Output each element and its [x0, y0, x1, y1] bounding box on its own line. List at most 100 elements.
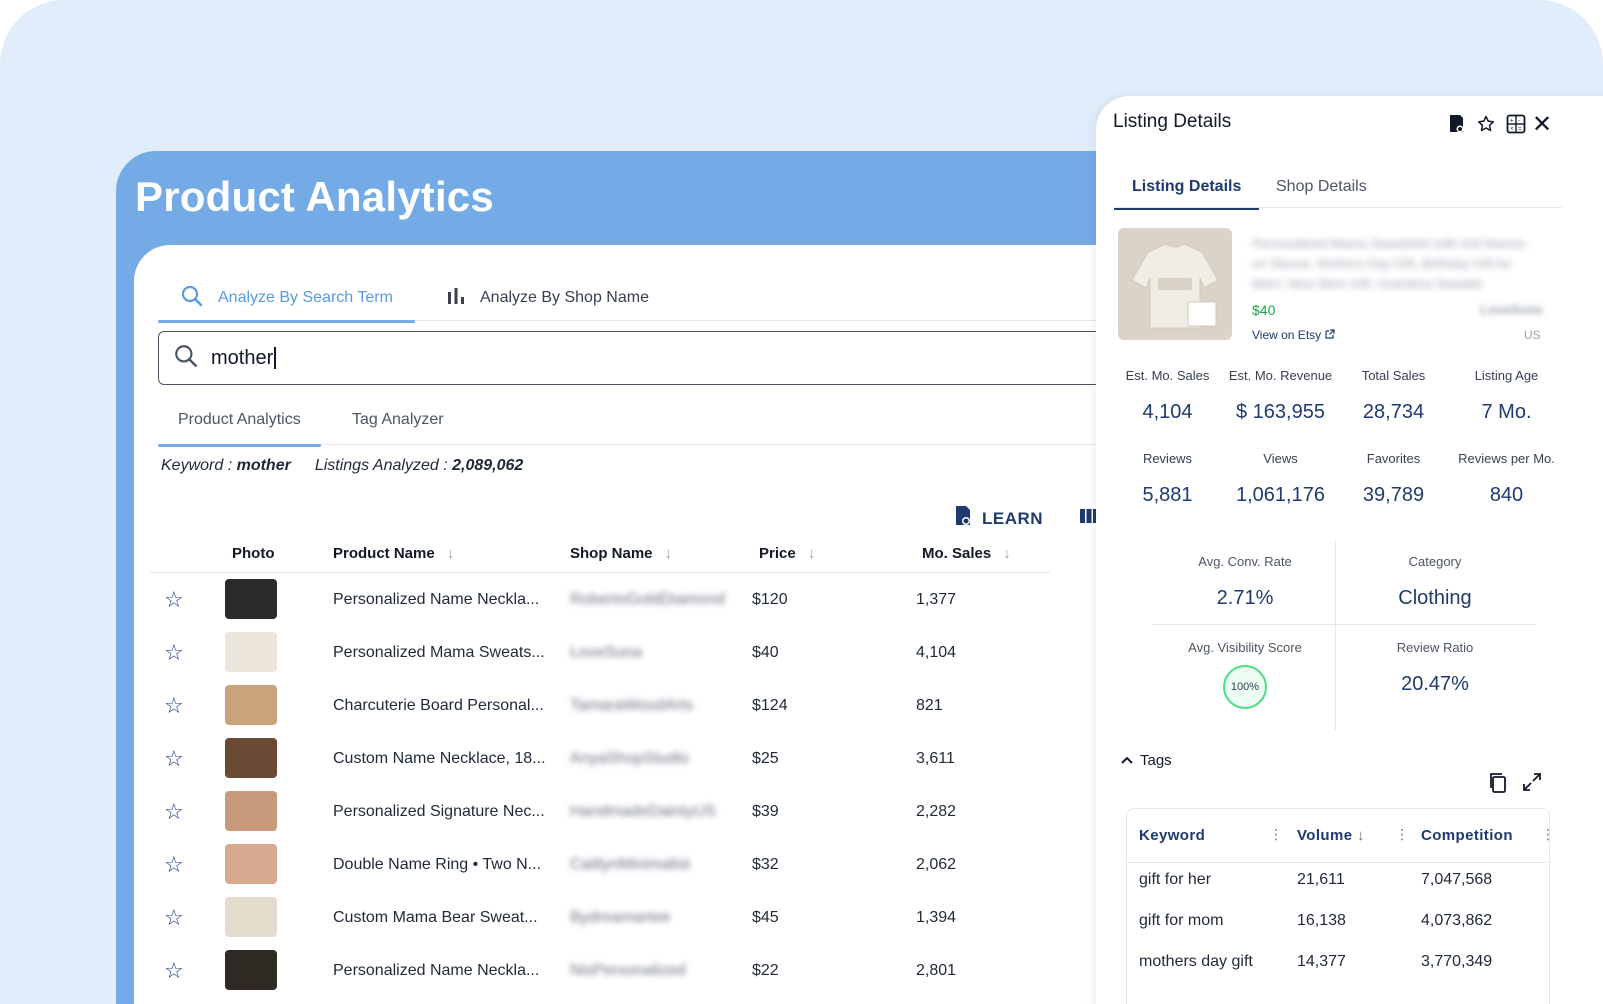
table-row[interactable]: ☆ Custom Mama Bear Sweat... Bydreamartee $4…	[150, 891, 1050, 944]
analytics-panel: Analyze By Search Term Analyze By Shop N…	[134, 245, 1234, 1004]
star-outline-icon[interactable]: ☆	[164, 785, 184, 838]
tag-volume: 16,138	[1297, 912, 1346, 929]
star-outline-icon[interactable]: ☆	[164, 838, 184, 891]
product-price: $22	[752, 961, 779, 979]
star-outline-icon[interactable]: ☆	[164, 626, 184, 679]
tags-section-toggle[interactable]: Tags	[1120, 752, 1172, 769]
tag-keyword: gift for her	[1139, 871, 1212, 888]
tab-analyze-by-search-term[interactable]: Analyze By Search Term	[158, 275, 415, 323]
drawer-title: Listing Details	[1113, 111, 1232, 132]
column-header-keyword[interactable]: Keyword	[1139, 827, 1205, 844]
star-outline-icon[interactable]	[1476, 114, 1496, 139]
tag-row[interactable]: gift for her 21,611 7,047,568	[1127, 863, 1549, 904]
tag-row[interactable]: gift for mom 16,138 4,073,862	[1127, 904, 1549, 945]
search-input[interactable]: mother	[158, 331, 1138, 385]
stat-value: 4,104	[1142, 401, 1193, 423]
listing-image	[1118, 228, 1232, 340]
table-row[interactable]: ☆ Personalized Name Neckla... NisPersonali…	[150, 944, 1050, 997]
product-name[interactable]: Double Name Ring • Two N...	[333, 838, 563, 891]
tag-volume: 14,377	[1297, 953, 1346, 970]
view-on-etsy-link[interactable]: View on Etsy	[1252, 328, 1335, 342]
tab-analyze-by-shop-name[interactable]: Analyze By Shop Name	[424, 275, 671, 321]
shop-name[interactable]: RobertoGoldDiamond	[570, 573, 740, 626]
column-header-competition[interactable]: Competition	[1421, 827, 1513, 844]
table-row[interactable]: ☆ Charcuterie Board Personal... TamaraWood…	[150, 679, 1050, 732]
product-thumbnail	[225, 897, 277, 937]
table-row[interactable]: ☆ Personalized Mama Sweats... LoveSuna $40 4…	[150, 626, 1050, 679]
sort-arrow-icon[interactable]: ↓	[447, 545, 455, 562]
svg-text:=: =	[1518, 127, 1522, 133]
svg-text:+: +	[1510, 119, 1514, 125]
close-icon[interactable]: ✕	[1532, 110, 1552, 139]
tags-table-body: gift for her 21,611 7,047,568 gift for mom 1…	[1127, 863, 1549, 986]
product-name[interactable]: Charcuterie Board Personal...	[333, 679, 563, 732]
drawer-tabs: Listing Details Shop Details	[1114, 166, 1562, 210]
table-row[interactable]: ☆ Personalized Name Neckla... RobertoGoldD…	[150, 573, 1050, 626]
tab-tag-analyzer[interactable]: Tag Analyzer	[332, 395, 464, 445]
listing-country: US	[1524, 328, 1541, 342]
table-row[interactable]: ☆ Double Name Ring • Two N... CaitlynMinim…	[150, 838, 1050, 891]
monthly-sales: 2,282	[916, 802, 957, 820]
product-name[interactable]: Personalized Mama Sweats...	[333, 626, 563, 679]
product-name[interactable]: Custom Name Necklace, 18...	[333, 732, 563, 785]
table-row[interactable]: ☆ Personalized Signature Nec... HandmadeDa…	[150, 785, 1050, 838]
star-outline-icon[interactable]: ☆	[164, 732, 184, 785]
star-outline-icon[interactable]: ☆	[164, 891, 184, 944]
analysis-mode-tabs: Analyze By Search Term Analyze By Shop N…	[158, 275, 1138, 323]
tab-listing-details[interactable]: Listing Details	[1114, 166, 1260, 210]
kebab-icon[interactable]: ⋮	[1395, 826, 1409, 843]
column-header-mo-sales[interactable]: Mo. Sales ↓	[922, 545, 1011, 562]
metric-label: Category	[1408, 554, 1462, 569]
tags-actions	[1488, 772, 1542, 799]
tab-product-analytics[interactable]: Product Analytics	[158, 395, 321, 447]
listing-price: $40	[1252, 302, 1276, 318]
column-header-shop-name[interactable]: Shop Name ↓	[570, 545, 672, 562]
shop-name[interactable]: NisPersonalized	[570, 944, 740, 997]
table-row[interactable]: ☆ Custom Name Necklace, 18... AnyaShopStud…	[150, 732, 1050, 785]
listing-details-drawer: Listing Details + - × = ✕ Listing Details S…	[1096, 96, 1603, 1004]
stat-reviews: Reviews 5,881	[1110, 451, 1225, 507]
star-outline-icon[interactable]: ☆	[164, 944, 184, 997]
copy-icon[interactable]	[1488, 772, 1508, 799]
stat-label: Est. Mo. Sales	[1125, 368, 1210, 383]
product-price: $32	[752, 855, 779, 873]
monthly-sales: 2,062	[916, 855, 957, 873]
search-icon	[180, 284, 204, 313]
product-name[interactable]: Personalized Name Neckla...	[333, 944, 563, 997]
sort-arrow-icon[interactable]: ↓	[665, 545, 673, 562]
tab-shop-details[interactable]: Shop Details	[1258, 166, 1385, 208]
shop-name[interactable]: LoveSuna	[570, 626, 740, 679]
product-thumbnail	[225, 950, 277, 990]
product-price: $40	[752, 643, 779, 661]
save-listing-icon[interactable]	[1448, 114, 1466, 139]
visibility-score-badge: 100%	[1223, 665, 1267, 709]
calculator-icon[interactable]: + - × =	[1506, 114, 1526, 139]
shop-name[interactable]: Bydreamartee	[570, 891, 740, 944]
sort-arrow-icon[interactable]: ↓	[1003, 545, 1011, 562]
product-name[interactable]: Personalized Signature Nec...	[333, 785, 563, 838]
shop-name[interactable]: TamaraWoodArts	[570, 679, 740, 732]
sort-arrow-icon[interactable]: ↓	[1357, 827, 1365, 844]
star-outline-icon[interactable]: ☆	[164, 573, 184, 626]
column-header-product-name[interactable]: Product Name ↓	[333, 545, 454, 562]
shop-name[interactable]: AnyaShopStudio	[570, 732, 740, 785]
learn-button[interactable]: LEARN	[982, 509, 1043, 529]
stat-value: 7 Mo.	[1481, 401, 1532, 423]
expand-icon[interactable]	[1522, 772, 1542, 799]
product-price: $25	[752, 749, 779, 767]
column-header-volume[interactable]: Volume ↓	[1297, 827, 1365, 844]
product-name[interactable]: Custom Mama Bear Sweat...	[333, 891, 563, 944]
tag-row[interactable]: mothers day gift 14,377 3,770,349	[1127, 945, 1549, 986]
column-header-price[interactable]: Price ↓	[759, 545, 815, 562]
shop-name[interactable]: CaitlynMinimalist	[570, 838, 740, 891]
stat-label: Favorites	[1366, 451, 1421, 466]
kebab-icon[interactable]: ⋮	[1541, 826, 1555, 843]
kebab-icon[interactable]: ⋮	[1269, 826, 1283, 843]
stat-label: Est. Mo. Revenue	[1228, 368, 1333, 383]
review-ratio-metric: Review Ratio 20.47%	[1342, 640, 1528, 696]
visibility-score-metric: Avg. Visibility Score 100%	[1152, 640, 1338, 709]
star-outline-icon[interactable]: ☆	[164, 679, 184, 732]
product-name[interactable]: Personalized Name Neckla...	[333, 573, 563, 626]
sort-arrow-icon[interactable]: ↓	[808, 545, 816, 562]
shop-name[interactable]: HandmadeDaintyUS	[570, 785, 740, 838]
